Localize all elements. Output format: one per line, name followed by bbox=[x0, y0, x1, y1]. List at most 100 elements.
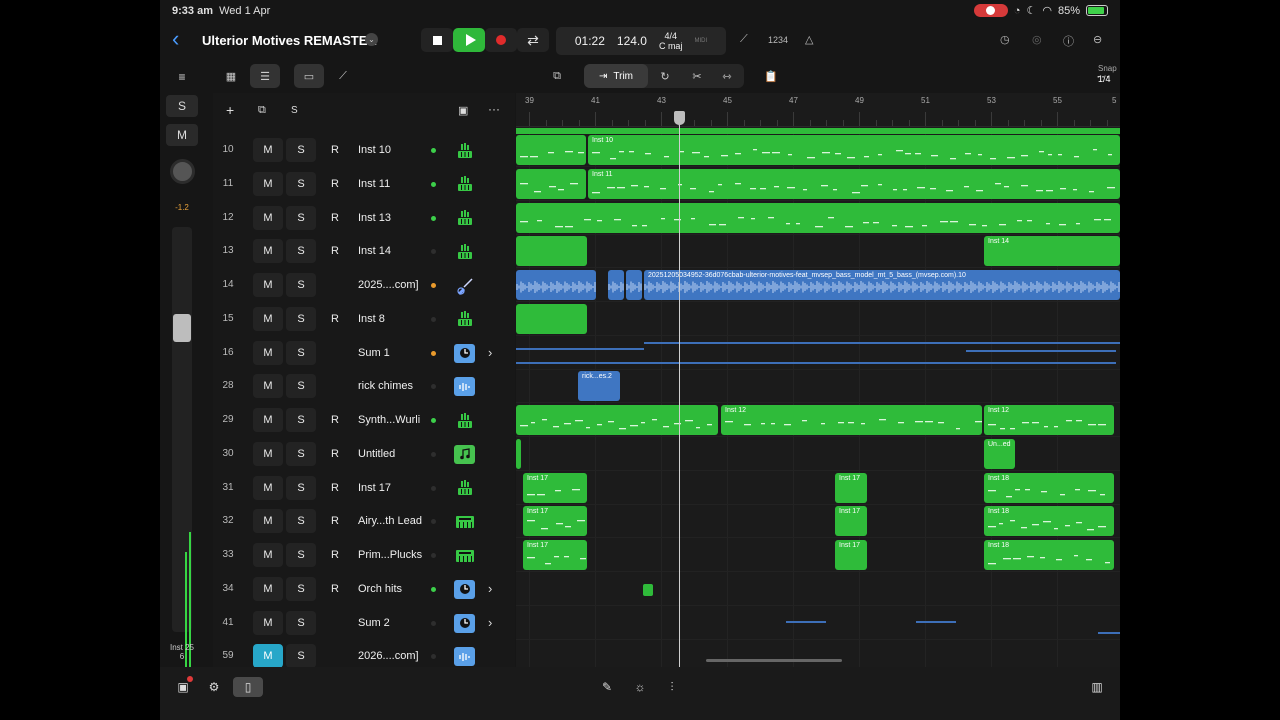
track-name[interactable]: Untitled bbox=[358, 448, 395, 460]
midi-region[interactable]: Inst 17 bbox=[523, 506, 587, 537]
track-name[interactable]: Orch hits bbox=[358, 583, 402, 595]
paste-icon[interactable]: 📋 bbox=[756, 64, 786, 88]
track-row[interactable]: 31 M S R Inst 17 bbox=[213, 471, 515, 505]
track-name[interactable]: Sum 1 bbox=[358, 347, 390, 359]
mute-button[interactable]: M bbox=[253, 171, 283, 196]
mute-button[interactable]: M bbox=[253, 610, 283, 635]
track-row[interactable]: 33 M S R Prim...Plucks bbox=[213, 538, 515, 572]
record-button[interactable] bbox=[485, 28, 517, 52]
track-lane[interactable]: 20251205034952-36d076cbab-ulterior-motiv… bbox=[516, 268, 1120, 302]
track-row[interactable]: 30 M S R Untitled bbox=[213, 437, 515, 471]
cycle-button[interactable]: ⇄ bbox=[517, 28, 549, 52]
solo-button[interactable]: S bbox=[286, 340, 316, 365]
track-row[interactable]: 12 M S R Inst 13 bbox=[213, 201, 515, 235]
audio-region[interactable]: 20251205034952-36d076cbab-ulterior-motiv… bbox=[644, 270, 1120, 300]
keyboard-icon[interactable] bbox=[454, 242, 475, 261]
record-enable-button[interactable]: R bbox=[320, 239, 350, 263]
record-enable-button[interactable]: R bbox=[320, 138, 350, 162]
solo-button[interactable]: S bbox=[286, 171, 316, 196]
track-lane[interactable]: Inst 17 Inst 17 Inst 18 bbox=[516, 538, 1120, 572]
tuner-icon[interactable]: ⟋ bbox=[740, 33, 748, 46]
keyboard-icon[interactable] bbox=[454, 141, 475, 160]
solo-button[interactable]: S bbox=[286, 644, 316, 667]
track-lane[interactable] bbox=[516, 572, 1120, 606]
solo-button[interactable]: S bbox=[286, 509, 316, 534]
midi-region[interactable] bbox=[516, 135, 586, 165]
lcd-display[interactable]: 01:22 124.0 4/4 C maj MIDI bbox=[556, 27, 726, 55]
midi-region[interactable]: Inst 14 bbox=[984, 236, 1120, 267]
midi-region[interactable]: Inst 18 bbox=[984, 472, 1114, 503]
track-lane[interactable]: Inst 11 bbox=[516, 167, 1120, 201]
solo-button[interactable]: S bbox=[286, 239, 316, 264]
track-row[interactable]: 16 M S Sum 1 › bbox=[213, 336, 515, 370]
header-more-icon[interactable]: ··· bbox=[488, 102, 500, 116]
mute-button[interactable]: M bbox=[253, 475, 283, 500]
track-lane[interactable]: Inst 14 bbox=[516, 234, 1120, 269]
record-enable-button[interactable]: R bbox=[320, 307, 350, 331]
midi-region[interactable] bbox=[516, 202, 1120, 233]
keyboard-icon[interactable] bbox=[454, 310, 475, 329]
automation-icon[interactable]: ⟋ bbox=[328, 64, 358, 88]
solo-button[interactable]: S bbox=[286, 610, 316, 635]
grid-view-icon[interactable]: ▦ bbox=[216, 64, 246, 88]
track-row[interactable]: 13 M S R Inst 14 bbox=[213, 234, 515, 268]
record-enable-button[interactable]: R bbox=[320, 577, 350, 601]
mixer-sliders-icon[interactable]: ⫶ bbox=[660, 677, 684, 697]
track-name[interactable]: 2025....com] bbox=[358, 279, 419, 291]
back-chevron-icon[interactable]: ‹ bbox=[172, 28, 179, 50]
solo-button[interactable]: S bbox=[286, 205, 316, 230]
midi-region[interactable] bbox=[516, 236, 587, 267]
mute-button[interactable]: M bbox=[253, 441, 283, 466]
mute-button[interactable]: M bbox=[253, 543, 283, 567]
midi-region[interactable]: Inst 18 bbox=[984, 540, 1114, 570]
solo-button[interactable]: S bbox=[286, 576, 316, 601]
automation-line[interactable] bbox=[516, 361, 1116, 364]
smart-controls-icon[interactable]: ☼ bbox=[628, 677, 652, 697]
track-name[interactable]: Airy...th Lead bbox=[358, 515, 422, 527]
solo-all-button[interactable]: S bbox=[291, 105, 298, 116]
audio-region[interactable] bbox=[516, 270, 596, 300]
audio-region[interactable]: rick...es.2 bbox=[578, 371, 620, 402]
automation-line[interactable] bbox=[916, 620, 956, 623]
midi-region[interactable] bbox=[643, 583, 653, 596]
add-track-button[interactable]: + bbox=[226, 102, 234, 118]
midi-region[interactable]: Inst 12 bbox=[721, 405, 982, 435]
project-menu-chevron-icon[interactable]: ⌄ bbox=[365, 33, 378, 46]
stop-button[interactable] bbox=[421, 28, 453, 52]
summing-icon[interactable] bbox=[454, 613, 475, 633]
track-name[interactable]: Inst 13 bbox=[358, 212, 391, 224]
count-in-button[interactable]: 1234 bbox=[768, 35, 788, 45]
expand-chevron-icon[interactable]: › bbox=[488, 615, 492, 630]
timer-icon[interactable]: ◷ bbox=[1000, 33, 1010, 46]
track-lane[interactable] bbox=[516, 639, 1120, 667]
tracks-area[interactable]: 39 41 43 45 47 49 51 53 55 5 Inst 10 Inst 11 Inst 1… bbox=[516, 93, 1120, 667]
track-lane[interactable]: Inst 17 Inst 17 Inst 18 bbox=[516, 471, 1120, 505]
track-name[interactable]: Inst 10 bbox=[358, 144, 391, 156]
playhead-handle[interactable] bbox=[674, 111, 685, 125]
mute-button[interactable]: M bbox=[253, 509, 283, 534]
midi-region[interactable]: Inst 12 bbox=[984, 405, 1114, 435]
record-enable-button[interactable]: R bbox=[320, 509, 350, 533]
midi-region[interactable]: Inst 17 bbox=[835, 506, 867, 537]
automation-line[interactable] bbox=[516, 347, 644, 350]
track-row[interactable]: 32 M S R Airy...th Lead bbox=[213, 504, 515, 538]
midi-region[interactable] bbox=[516, 438, 521, 469]
bar-ruler[interactable]: 39 41 43 45 47 49 51 53 55 5 bbox=[516, 93, 1120, 127]
note-icon[interactable] bbox=[454, 444, 475, 464]
midi-region[interactable]: Inst 17 bbox=[835, 540, 867, 570]
midi-region[interactable]: Inst 17 bbox=[523, 540, 587, 570]
pencil-icon[interactable]: ✎ bbox=[595, 677, 619, 697]
track-lane[interactable]: rick...es.2 bbox=[516, 369, 1120, 404]
track-name[interactable]: Inst 14 bbox=[358, 245, 391, 257]
track-row[interactable]: 29 M S R Synth...Wurli bbox=[213, 403, 515, 437]
solo-button[interactable]: S bbox=[286, 138, 316, 162]
strip-mute-button[interactable]: M bbox=[166, 124, 198, 146]
midi-region[interactable]: Inst 10 bbox=[588, 135, 1120, 165]
mute-button[interactable]: M bbox=[253, 273, 283, 297]
keyboard-icon[interactable] bbox=[454, 411, 475, 430]
solo-button[interactable]: S bbox=[286, 374, 316, 399]
waveform-icon[interactable] bbox=[454, 647, 475, 667]
split-icon[interactable]: ✂ bbox=[682, 64, 712, 88]
trim-mode-button[interactable]: ⇥ Trim bbox=[584, 64, 648, 88]
track-name[interactable]: rick chimes bbox=[358, 380, 413, 392]
